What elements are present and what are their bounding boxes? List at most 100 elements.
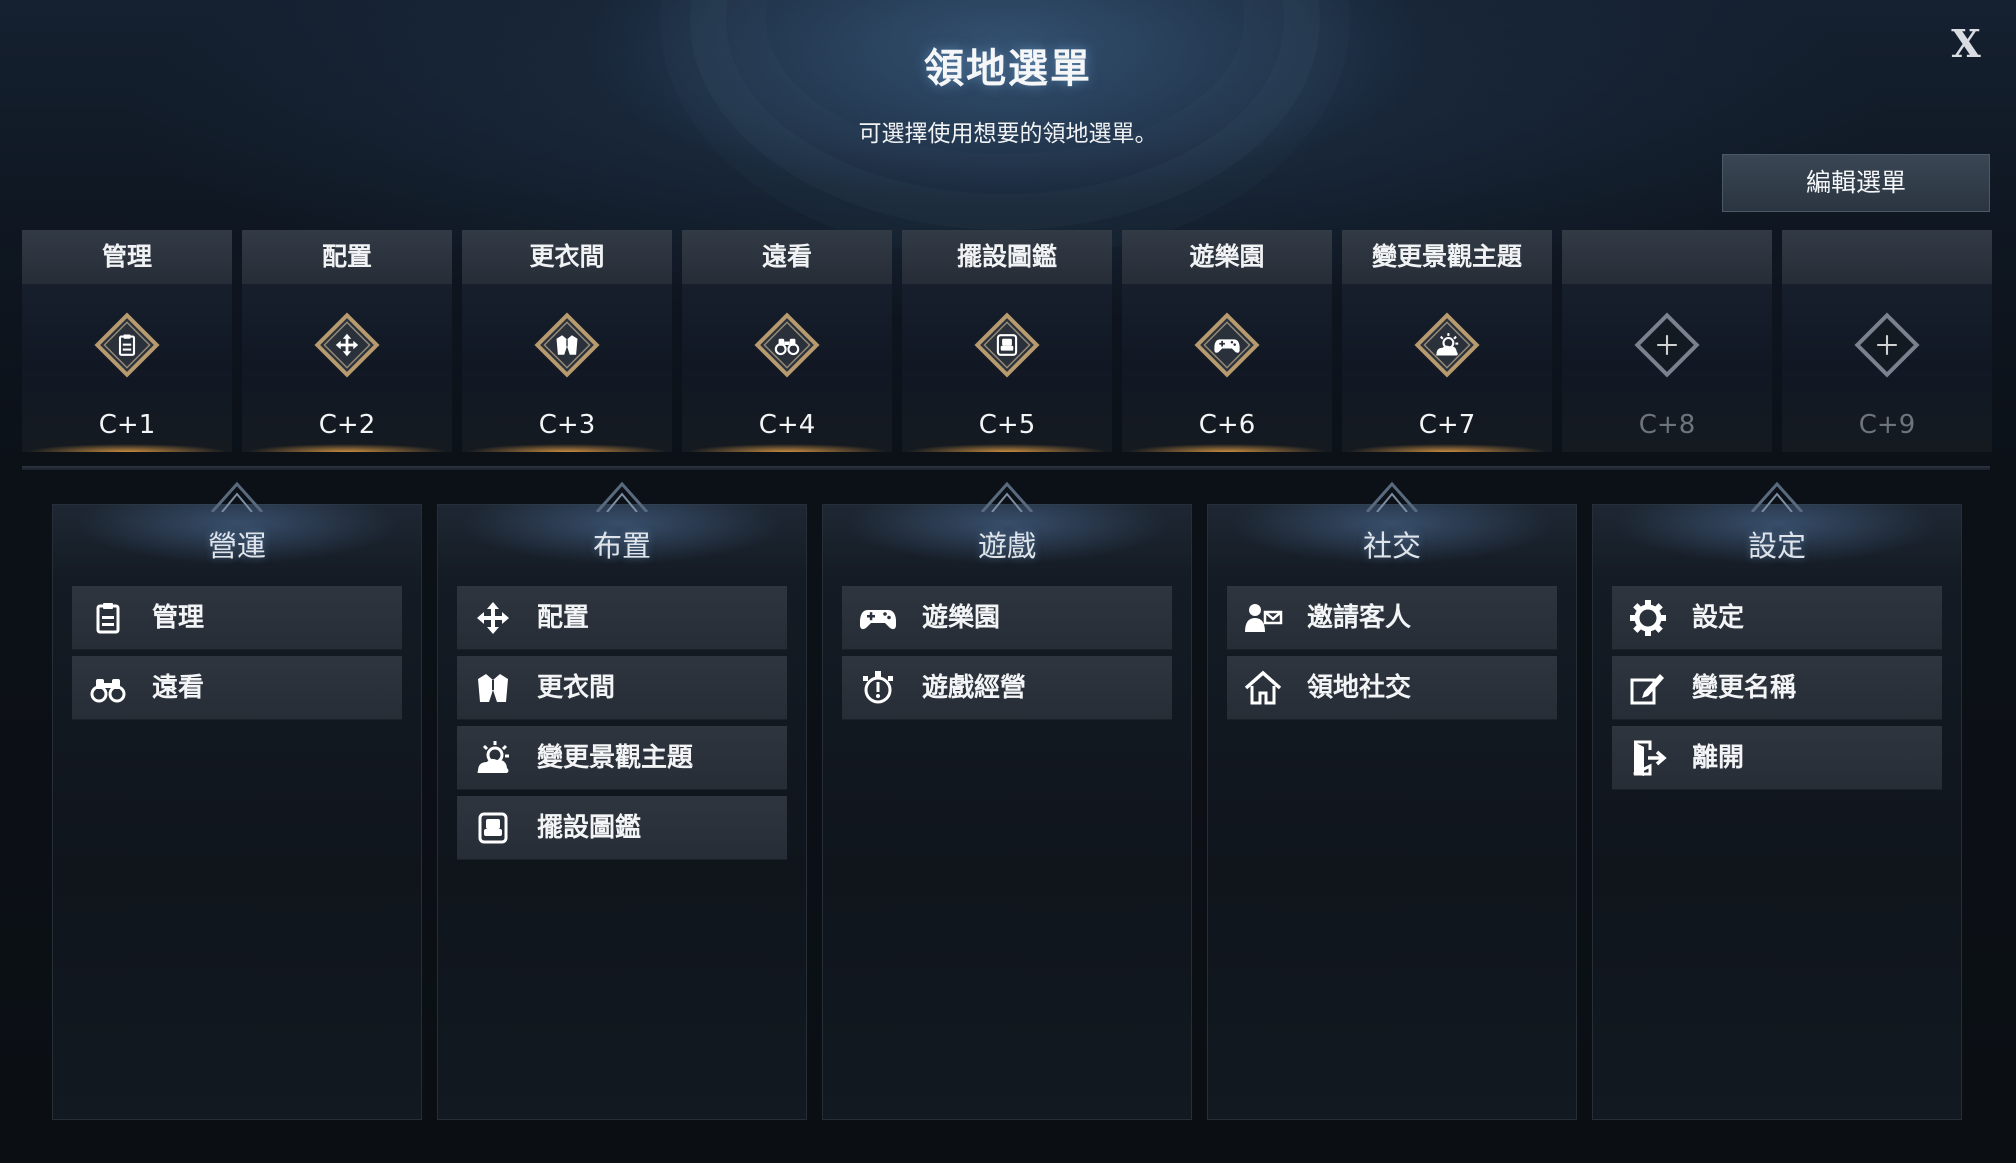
house-icon	[1243, 668, 1285, 708]
slot-glow	[462, 444, 672, 452]
binoculars-icon	[752, 310, 822, 380]
window-subtitle: 可選擇使用想要的領地選單。	[858, 121, 1158, 147]
gamepad-icon	[858, 598, 900, 638]
divider	[22, 466, 1990, 470]
menu-item[interactable]: 變更景觀主題	[457, 726, 787, 790]
menu-item-label: 配置	[537, 603, 590, 633]
slot-glow	[1122, 444, 1332, 452]
menu-item-label: 變更名稱	[1692, 673, 1797, 703]
hotkey-slot-key: C+2	[318, 410, 376, 440]
category-column: 布置配置更衣間變更景觀主題 擺設圖鑑	[437, 478, 807, 1120]
category-ornament-icon	[972, 478, 1042, 512]
hotkey-slot-3[interactable]: 更衣間 C+3	[462, 230, 672, 452]
category-ornament-icon	[587, 478, 657, 512]
hotkey-slot-label	[1782, 230, 1992, 284]
category-column: 遊戲遊樂園遊戲經營	[822, 478, 1192, 1120]
gamepad-icon	[1192, 310, 1262, 380]
exit-door-icon	[1628, 738, 1670, 778]
slot-glow	[22, 444, 232, 452]
menu-item-label: 設定	[1692, 603, 1745, 633]
hotkey-slot-key: C+6	[1198, 410, 1256, 440]
jacket-icon	[532, 310, 602, 380]
hotkey-slot-key: C+1	[98, 410, 156, 440]
hotkey-slot-2[interactable]: 配置 C+2	[242, 230, 452, 452]
menu-item[interactable]: 配置	[457, 586, 787, 650]
hotkey-slot-key: C+3	[538, 410, 596, 440]
slot-glow	[682, 444, 892, 452]
hotkey-slot-label: 遊樂園	[1122, 230, 1332, 284]
hotkey-slot-key: C+4	[758, 410, 816, 440]
category-title: 社交	[1362, 529, 1421, 563]
menu-item[interactable]: 更衣間	[457, 656, 787, 720]
menu-item-label: 遠看	[152, 673, 205, 703]
menu-item-label: 邀請客人	[1307, 603, 1412, 633]
edit-name-icon	[1628, 668, 1670, 708]
binoculars-icon	[88, 668, 130, 708]
menu-item[interactable]: 邀請客人	[1227, 586, 1557, 650]
hotkey-slot-bar: 管理 C+1 配置 C+2 更衣間 C+3 遠看 C+4 擺設圖鑑 C+5 遊樂園 C+6 變更景觀主題…	[22, 230, 1992, 452]
clipboard-icon	[92, 310, 162, 380]
armchair-icon	[473, 808, 515, 848]
slot-glow	[242, 444, 452, 452]
menu-item-label: 變更景觀主題	[537, 743, 694, 773]
hotkey-slot-key: C+7	[1418, 410, 1476, 440]
category-column: 社交邀請客人領地社交	[1207, 478, 1577, 1120]
hotkey-slot-label	[1562, 230, 1772, 284]
menu-item-label: 離開	[1692, 743, 1745, 773]
hotkey-slot-5[interactable]: 擺設圖鑑 C+5	[902, 230, 1112, 452]
close-button[interactable]: X	[1944, 22, 1988, 66]
category-title: 遊戲	[977, 529, 1036, 563]
hotkey-slot-label: 擺設圖鑑	[902, 230, 1112, 284]
edit-menu-button[interactable]: 編輯選單	[1722, 154, 1990, 212]
menu-item[interactable]: 管理	[72, 586, 402, 650]
slot-glow	[1342, 444, 1552, 452]
window-title: 領地選單	[924, 46, 1092, 92]
slot-glow	[902, 444, 1112, 452]
category-title: 設定	[1747, 529, 1806, 563]
category-title: 布置	[592, 529, 651, 563]
menu-item[interactable]: 遠看	[72, 656, 402, 720]
plus-icon	[1632, 310, 1702, 380]
menu-item-label: 遊樂園	[922, 603, 1001, 633]
menu-item[interactable]: 遊戲經營	[842, 656, 1172, 720]
hotkey-slot-1[interactable]: 管理 C+1	[22, 230, 232, 452]
category-ornament-icon	[1357, 478, 1427, 512]
hotkey-slot-4[interactable]: 遠看 C+4	[682, 230, 892, 452]
plus-icon	[1852, 310, 1922, 380]
category-column: 營運管理遠看	[52, 478, 422, 1120]
jacket-icon	[473, 668, 515, 708]
hotkey-slot-label: 管理	[22, 230, 232, 284]
hotkey-slot-8[interactable]: C+8	[1562, 230, 1772, 452]
hotkey-slot-label: 更衣間	[462, 230, 672, 284]
weather-sun-icon	[1412, 310, 1482, 380]
clipboard-icon	[88, 598, 130, 638]
category-column: 設定 設定 變更名稱 離開	[1592, 478, 1962, 1120]
gear-icon	[1628, 598, 1670, 638]
hotkey-slot-9[interactable]: C+9	[1782, 230, 1992, 452]
category-title: 營運	[207, 529, 266, 563]
move-arrows-icon	[312, 310, 382, 380]
armchair-icon	[972, 310, 1042, 380]
menu-item[interactable]: 擺設圖鑑	[457, 796, 787, 860]
category-ornament-icon	[202, 478, 272, 512]
menu-item[interactable]: 領地社交	[1227, 656, 1557, 720]
hotkey-slot-key: C+9	[1858, 410, 1916, 440]
menu-item-label: 遊戲經營	[922, 673, 1027, 703]
menu-item[interactable]: 遊樂園	[842, 586, 1172, 650]
category-ornament-icon	[1742, 478, 1812, 512]
menu-item-label: 擺設圖鑑	[537, 813, 642, 843]
menu-item[interactable]: 設定	[1612, 586, 1942, 650]
hotkey-slot-6[interactable]: 遊樂園 C+6	[1122, 230, 1332, 452]
menu-item[interactable]: 變更名稱	[1612, 656, 1942, 720]
hotkey-slot-key: C+8	[1638, 410, 1696, 440]
hotkey-slot-7[interactable]: 變更景觀主題 C+7	[1342, 230, 1552, 452]
move-arrows-icon	[473, 598, 515, 638]
menu-item-label: 更衣間	[537, 673, 616, 703]
hotkey-slot-label: 變更景觀主題	[1342, 230, 1552, 284]
hotkey-slot-label: 遠看	[682, 230, 892, 284]
hotkey-slot-key: C+5	[978, 410, 1036, 440]
game-manage-icon	[858, 668, 900, 708]
menu-item-label: 管理	[152, 603, 205, 633]
invite-guest-icon	[1243, 598, 1285, 638]
menu-item[interactable]: 離開	[1612, 726, 1942, 790]
